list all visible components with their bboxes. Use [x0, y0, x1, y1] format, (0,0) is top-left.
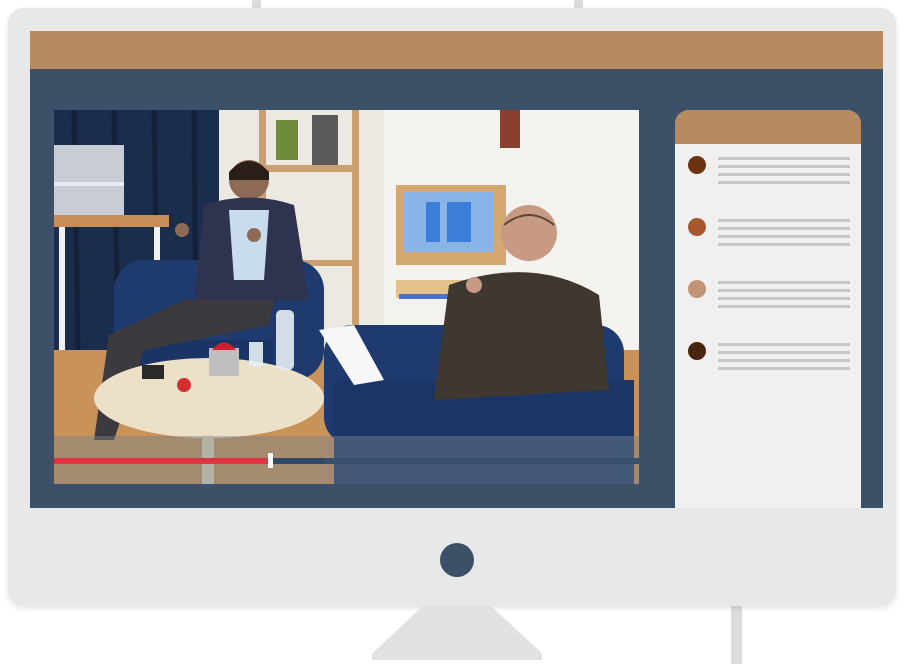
- video-player[interactable]: [54, 110, 639, 484]
- text-placeholder-line: [718, 235, 850, 238]
- text-placeholder-line: [718, 305, 850, 308]
- text-placeholder-line: [718, 165, 850, 168]
- progress-bar[interactable]: [54, 453, 639, 468]
- video-controls-bar: [54, 436, 639, 484]
- text-placeholder-line: [718, 297, 850, 300]
- text-placeholder-line: [718, 289, 850, 292]
- text-placeholder-line: [718, 243, 850, 246]
- bullet-dot-icon: [688, 218, 706, 236]
- cable-bottom: [731, 598, 742, 664]
- bullet-dot-icon: [688, 342, 706, 360]
- text-placeholder-line: [718, 227, 850, 230]
- video-frame-image: [54, 110, 639, 484]
- text-placeholder-line: [718, 157, 850, 160]
- bullet-dot-icon: [688, 280, 706, 298]
- window-title-bar: [30, 31, 883, 69]
- playlist-sidebar: [675, 110, 861, 508]
- list-item[interactable]: [675, 218, 861, 258]
- text-placeholder-line: [718, 219, 850, 222]
- list-item[interactable]: [675, 280, 861, 320]
- scrubber-thumb-icon[interactable]: [268, 453, 274, 468]
- text-placeholder-line: [718, 173, 850, 176]
- power-button-icon[interactable]: [440, 543, 474, 577]
- text-placeholder-line: [718, 351, 850, 354]
- text-placeholder-line: [718, 367, 850, 370]
- list-item[interactable]: [675, 342, 861, 382]
- list-item[interactable]: [675, 156, 861, 196]
- text-placeholder-line: [718, 343, 850, 346]
- text-placeholder-line: [718, 181, 850, 184]
- sidebar-header: [675, 110, 861, 144]
- text-placeholder-line: [718, 281, 850, 284]
- monitor-stand: [372, 606, 542, 660]
- bullet-dot-icon: [688, 156, 706, 174]
- progress-played: [54, 458, 271, 464]
- text-placeholder-line: [718, 359, 850, 362]
